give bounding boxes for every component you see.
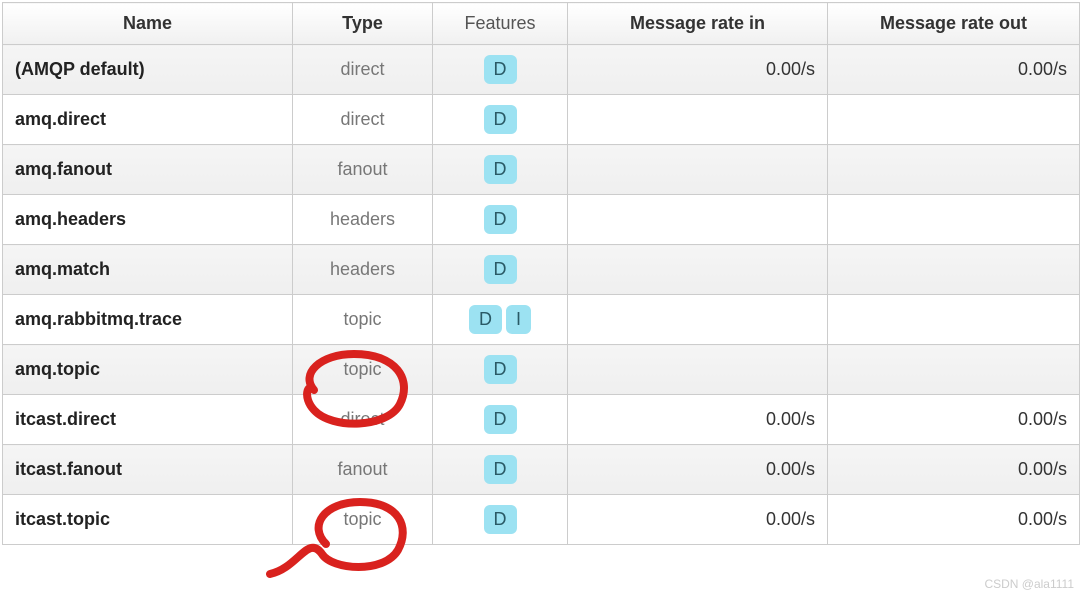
exchange-features: DI xyxy=(433,295,568,345)
table-row: amq.matchheaders D xyxy=(3,245,1080,295)
exchange-type: fanout xyxy=(293,445,433,495)
exchange-type: direct xyxy=(293,395,433,445)
message-rate-out: 0.00/s xyxy=(828,45,1080,95)
feature-badge: D xyxy=(484,255,517,284)
exchange-name-link[interactable]: amq.match xyxy=(3,245,293,295)
message-rate-out xyxy=(828,195,1080,245)
exchange-features: D xyxy=(433,145,568,195)
exchange-name-link[interactable]: amq.rabbitmq.trace xyxy=(3,295,293,345)
message-rate-in xyxy=(568,95,828,145)
table-row: itcast.directdirect D 0.00/s0.00/s xyxy=(3,395,1080,445)
message-rate-in xyxy=(568,245,828,295)
message-rate-out: 0.00/s xyxy=(828,495,1080,545)
exchange-type: fanout xyxy=(293,145,433,195)
exchange-features: D xyxy=(433,445,568,495)
exchange-features: D xyxy=(433,395,568,445)
col-header-rate-in[interactable]: Message rate in xyxy=(568,3,828,45)
table-row: itcast.topictopic D 0.00/s0.00/s xyxy=(3,495,1080,545)
message-rate-out: 0.00/s xyxy=(828,445,1080,495)
table-row: amq.fanoutfanout D xyxy=(3,145,1080,195)
feature-badge: D xyxy=(484,505,517,534)
message-rate-in xyxy=(568,145,828,195)
table-row: amq.topictopic D xyxy=(3,345,1080,395)
exchange-type: topic xyxy=(293,345,433,395)
message-rate-in xyxy=(568,295,828,345)
message-rate-out xyxy=(828,295,1080,345)
message-rate-out xyxy=(828,145,1080,195)
exchange-name-link[interactable]: itcast.topic xyxy=(3,495,293,545)
feature-badge: D xyxy=(484,205,517,234)
exchanges-table: Name Type Features Message rate in Messa… xyxy=(2,2,1080,545)
exchange-type: direct xyxy=(293,45,433,95)
table-row: itcast.fanoutfanout D 0.00/s0.00/s xyxy=(3,445,1080,495)
feature-badge: D xyxy=(484,105,517,134)
message-rate-in: 0.00/s xyxy=(568,495,828,545)
feature-badge: D xyxy=(484,455,517,484)
table-header-row: Name Type Features Message rate in Messa… xyxy=(3,3,1080,45)
exchange-features: D xyxy=(433,45,568,95)
exchange-features: D xyxy=(433,195,568,245)
message-rate-in xyxy=(568,345,828,395)
message-rate-in: 0.00/s xyxy=(568,445,828,495)
message-rate-out xyxy=(828,245,1080,295)
exchange-features: D xyxy=(433,95,568,145)
exchange-type: topic xyxy=(293,295,433,345)
col-header-name[interactable]: Name xyxy=(3,3,293,45)
exchange-features: D xyxy=(433,345,568,395)
feature-badge: I xyxy=(506,305,531,334)
message-rate-in: 0.00/s xyxy=(568,45,828,95)
exchange-name-link[interactable]: amq.topic xyxy=(3,345,293,395)
exchange-name-link[interactable]: itcast.fanout xyxy=(3,445,293,495)
feature-badge: D xyxy=(484,55,517,84)
watermark: CSDN @ala1111 xyxy=(984,577,1074,591)
message-rate-in: 0.00/s xyxy=(568,395,828,445)
message-rate-out: 0.00/s xyxy=(828,395,1080,445)
exchange-name-link[interactable]: amq.direct xyxy=(3,95,293,145)
exchange-features: D xyxy=(433,245,568,295)
exchange-type: headers xyxy=(293,195,433,245)
feature-badge: D xyxy=(484,405,517,434)
col-header-features[interactable]: Features xyxy=(433,3,568,45)
exchange-name-link[interactable]: amq.headers xyxy=(3,195,293,245)
message-rate-out xyxy=(828,95,1080,145)
exchange-name-link[interactable]: (AMQP default) xyxy=(3,45,293,95)
exchange-type: topic xyxy=(293,495,433,545)
feature-badge: D xyxy=(484,355,517,384)
exchange-type: headers xyxy=(293,245,433,295)
col-header-rate-out[interactable]: Message rate out xyxy=(828,3,1080,45)
feature-badge: D xyxy=(469,305,502,334)
feature-badge: D xyxy=(484,155,517,184)
table-row: amq.rabbitmq.tracetopicDI xyxy=(3,295,1080,345)
col-header-type[interactable]: Type xyxy=(293,3,433,45)
exchange-features: D xyxy=(433,495,568,545)
table-row: (AMQP default)direct D 0.00/s0.00/s xyxy=(3,45,1080,95)
table-row: amq.directdirect D xyxy=(3,95,1080,145)
message-rate-out xyxy=(828,345,1080,395)
message-rate-in xyxy=(568,195,828,245)
exchange-name-link[interactable]: amq.fanout xyxy=(3,145,293,195)
table-row: amq.headersheaders D xyxy=(3,195,1080,245)
exchange-type: direct xyxy=(293,95,433,145)
exchange-name-link[interactable]: itcast.direct xyxy=(3,395,293,445)
